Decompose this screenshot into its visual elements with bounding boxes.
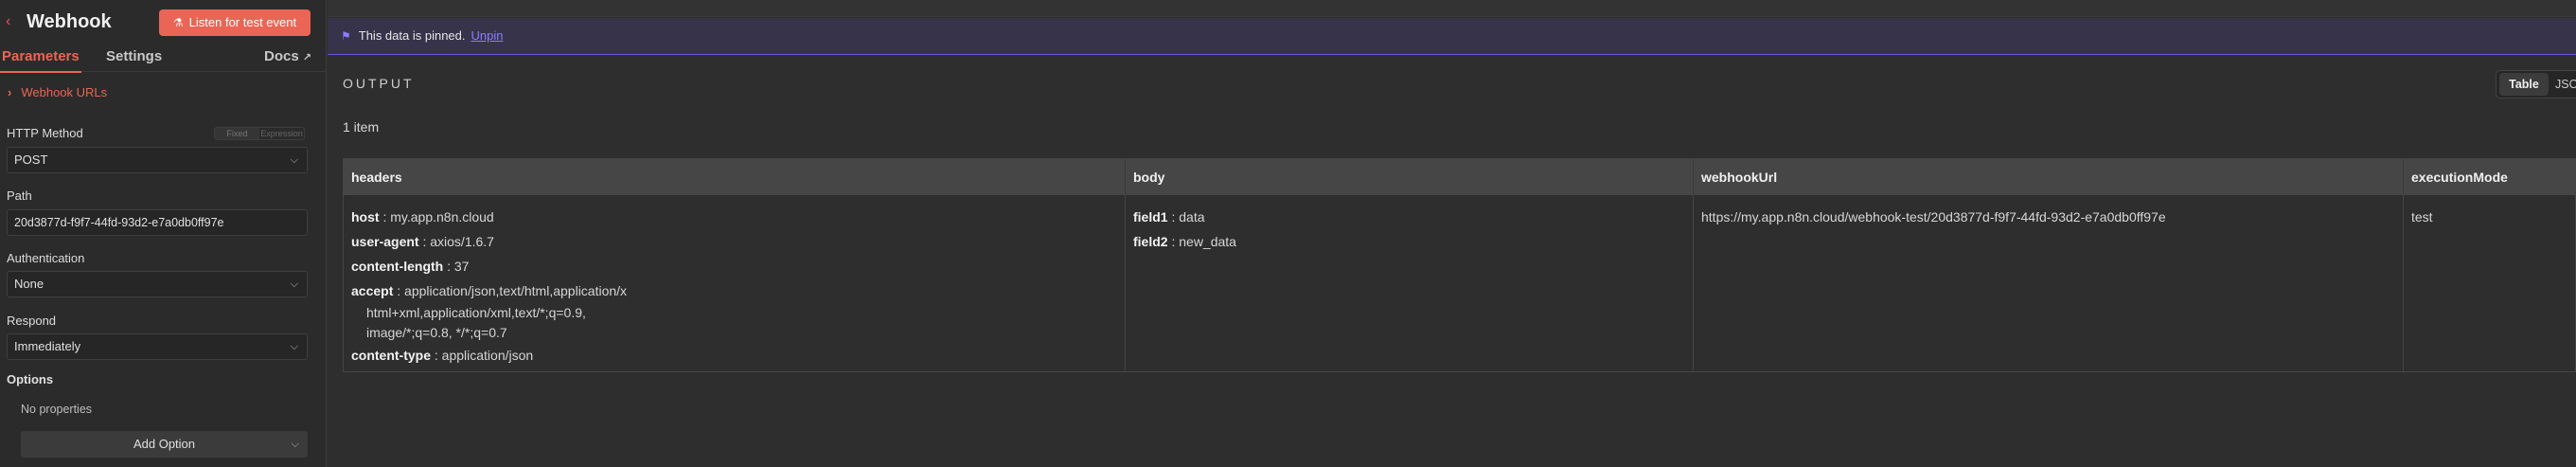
key: content-length <box>351 259 444 274</box>
listen-button-label: Listen for test event <box>188 15 297 29</box>
respond-label: Respond <box>7 314 57 328</box>
authentication-value: None <box>14 277 44 291</box>
http-method-label: HTTP Method <box>7 126 83 140</box>
panel-tabs: Parameters Settings Docs ↗ <box>0 44 327 73</box>
webhookurl-value: https://my.app.n8n.cloud/webhook-test/20… <box>1701 209 2166 225</box>
add-option-button[interactable]: Add Option ⌵ <box>21 431 308 458</box>
webhook-urls-label: Webhook URLs <box>21 85 108 99</box>
value: axios/1.6.7 <box>430 234 494 249</box>
path-label: Path <box>7 189 32 203</box>
column-header-body[interactable]: body <box>1126 159 1694 195</box>
pinned-message: This data is pinned. <box>358 28 466 43</box>
view-json-button[interactable]: JSON <box>2555 73 2576 96</box>
value: data <box>1179 209 1205 225</box>
key: field2 <box>1133 234 1168 249</box>
docs-label: Docs <box>264 48 299 64</box>
toggle-fixed[interactable]: Fixed <box>215 128 259 139</box>
chevron-down-icon: ⌵ <box>290 341 298 352</box>
key: field1 <box>1133 209 1168 225</box>
value: my.app.n8n.cloud <box>390 209 494 225</box>
no-properties-text: No properties <box>21 403 93 416</box>
node-title[interactable]: Webhook <box>27 9 112 34</box>
column-header-executionmode[interactable]: executionMode <box>2404 159 2576 195</box>
key: content-type <box>351 348 431 363</box>
header-accept: accept : application/json,text/html,appl… <box>351 278 1117 343</box>
value: application/json,text/html,application/x <box>404 283 628 298</box>
body-field2: field2 : new_data <box>1133 234 1236 249</box>
column-header-headers[interactable]: headers <box>344 159 1126 195</box>
view-table-button[interactable]: Table <box>2499 73 2549 96</box>
value: application/json <box>441 348 534 363</box>
column-header-webhookurl[interactable]: webhookUrl <box>1694 159 2404 195</box>
display-mode-toggle[interactable]: Table JSON <box>2496 70 2576 99</box>
body-cell[interactable]: field1 : data field2 : new_data <box>1126 195 1694 371</box>
output-panel: ⚑ This data is pinned. Unpin OUTPUT Table … <box>328 0 2576 467</box>
http-method-select[interactable]: POST ⌵ <box>7 147 308 173</box>
tab-settings[interactable]: Settings <box>106 47 162 66</box>
node-header: ‹ Webhook ⚗ Listen for test event <box>0 0 327 44</box>
value: 37 <box>453 259 470 274</box>
value-continued: html+xml,application/xml,text/*;q=0.9, <box>366 305 586 320</box>
webhook-urls-toggle[interactable]: › Webhook URLs <box>8 84 107 101</box>
listen-for-test-event-button[interactable]: ⚗ Listen for test event <box>159 9 311 36</box>
unpin-link[interactable]: Unpin <box>471 28 504 43</box>
value-continued: image/*;q=0.8, */*;q=0.7 <box>366 325 507 340</box>
chevron-right-icon: › <box>8 85 12 99</box>
header-content-type: content-type : application/json <box>351 348 534 363</box>
fixed-expression-toggle[interactable]: Fixed Expression <box>214 127 305 140</box>
header-user-agent: user-agent : axios/1.6.7 <box>351 234 494 249</box>
flask-icon: ⚗ <box>172 16 184 29</box>
chevron-down-icon: ⌵ <box>290 154 298 166</box>
add-option-label: Add Option <box>133 437 196 451</box>
respond-value: Immediately <box>14 339 81 353</box>
table-header: headers body webhookUrl executionMode <box>344 159 2575 195</box>
authentication-label: Authentication <box>7 251 85 265</box>
http-method-value: POST <box>14 153 48 167</box>
header-host: host : my.app.n8n.cloud <box>351 209 494 225</box>
header-content-length: content-length : 37 <box>351 259 470 274</box>
headers-cell[interactable]: host : my.app.n8n.cloud user-agent : axi… <box>344 195 1126 371</box>
body-field1: field1 : data <box>1133 209 1205 225</box>
tab-docs[interactable]: Docs ↗ <box>264 47 311 67</box>
key: user-agent <box>351 234 419 249</box>
tab-parameters[interactable]: Parameters <box>0 47 81 73</box>
pin-icon: ⚑ <box>341 29 351 43</box>
item-count: 1 item <box>343 119 380 135</box>
options-label: Options <box>7 372 54 386</box>
chevron-down-icon: ⌵ <box>290 278 298 290</box>
output-title: OUTPUT <box>343 76 415 91</box>
webhook-icon: ‹ <box>6 13 11 29</box>
chevron-down-icon: ⌵ <box>291 439 299 450</box>
executionmode-value: test <box>2411 209 2433 225</box>
node-parameters-panel: ‹ Webhook ⚗ Listen for test event Paramet… <box>0 0 327 467</box>
key: host <box>351 209 380 225</box>
webhookurl-cell[interactable]: https://my.app.n8n.cloud/webhook-test/20… <box>1694 195 2404 371</box>
value: new_data <box>1179 234 1236 249</box>
external-link-icon: ↗ <box>302 52 311 63</box>
toggle-expression[interactable]: Expression <box>259 128 304 139</box>
respond-select[interactable]: Immediately ⌵ <box>7 333 308 360</box>
output-table: headers body webhookUrl executionMode ho… <box>343 158 2576 372</box>
authentication-select[interactable]: None ⌵ <box>7 271 308 297</box>
executionmode-cell[interactable]: test <box>2404 195 2576 371</box>
key: accept <box>351 283 394 298</box>
pinned-data-banner: ⚑ This data is pinned. Unpin <box>328 18 2576 55</box>
path-input[interactable]: 20d3877d-f9f7-44fd-93d2-e7a0db0ff97e <box>7 209 308 236</box>
top-strip <box>328 0 2576 17</box>
